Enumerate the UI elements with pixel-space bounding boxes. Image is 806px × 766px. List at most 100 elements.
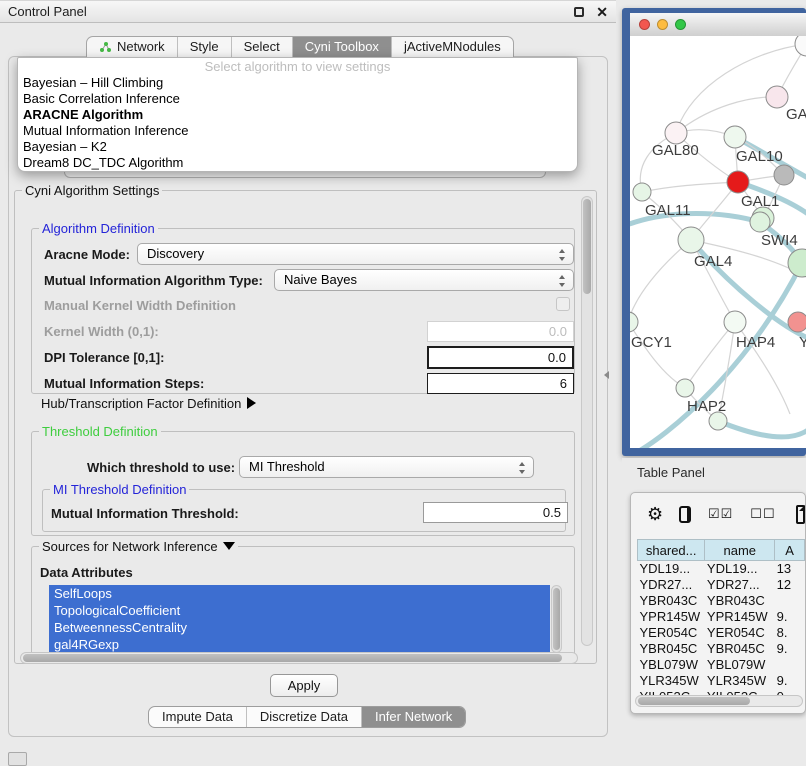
network-node-hap2[interactable]: [676, 379, 694, 397]
hub-tf-definition-expander[interactable]: Hub/Transcription Factor Definition: [41, 396, 256, 411]
network-edge[interactable]: [630, 322, 685, 388]
kernel-width-input[interactable]: 0.0: [427, 321, 574, 342]
network-edge[interactable]: [642, 182, 738, 192]
mi-algorithm-type-select[interactable]: Naive Bayes: [274, 269, 574, 291]
network-node-gal[interactable]: [766, 86, 788, 108]
table-row[interactable]: YDR27...YDR27...12: [638, 577, 805, 593]
table-hscrollbar-thumb[interactable]: [638, 697, 750, 705]
tab-infer-network[interactable]: Infer Network: [361, 707, 465, 727]
network-node-hap4[interactable]: [724, 311, 746, 333]
table-row[interactable]: YBR043CYBR043C: [638, 593, 805, 609]
tab-jactivemnodules[interactable]: jActiveMNodules: [391, 37, 513, 57]
settings-horizontal-scrollbar[interactable]: [20, 652, 578, 664]
node-attribute-table[interactable]: shared...nameAYDL19...YDL19...13YDR27...…: [637, 539, 805, 705]
network-node[interactable]: [795, 36, 806, 56]
tab-impute-data[interactable]: Impute Data: [149, 707, 246, 727]
select-all-checkboxes-icon[interactable]: ☑☑: [708, 506, 733, 522]
table-row[interactable]: YBL079WYBL079W: [638, 657, 805, 673]
apply-button[interactable]: Apply: [270, 674, 338, 697]
table-cell[interactable]: 9.: [775, 673, 805, 689]
table-row[interactable]: YER054CYER054C8.: [638, 625, 805, 641]
attribute-item[interactable]: gal4RGexp: [49, 636, 550, 653]
table-cell[interactable]: YPR145W: [705, 609, 775, 625]
manual-kernel-width-checkbox[interactable]: [556, 297, 570, 311]
mi-threshold-input[interactable]: 0.5: [423, 502, 568, 523]
table-cell[interactable]: 12: [775, 577, 805, 593]
table-row[interactable]: YBR045CYBR045C9.: [638, 641, 805, 657]
algorithm-option[interactable]: Basic Correlation Inference: [18, 91, 577, 107]
bottom-corner-button[interactable]: [8, 752, 27, 766]
network-node[interactable]: [709, 412, 727, 430]
network-edge[interactable]: [685, 322, 735, 388]
network-node-y[interactable]: [788, 312, 806, 332]
attributes-vertical-scrollbar[interactable]: [551, 585, 562, 653]
tab-select[interactable]: Select: [231, 37, 292, 57]
algorithm-option[interactable]: ARACNE Algorithm: [18, 107, 577, 123]
table-horizontal-scrollbar[interactable]: [635, 695, 803, 707]
float-window-icon[interactable]: [574, 7, 584, 17]
network-node-gal4[interactable]: [678, 227, 704, 253]
table-cell[interactable]: 8.: [775, 625, 805, 641]
tab-discretize-data[interactable]: Discretize Data: [246, 707, 361, 727]
table-cell[interactable]: YBL079W: [638, 657, 705, 673]
algorithm-option[interactable]: Mutual Information Inference: [18, 123, 577, 139]
table-cell[interactable]: YBR045C: [705, 641, 775, 657]
table-cell[interactable]: YLR345W: [705, 673, 775, 689]
algorithm-option[interactable]: Dream8 DC_TDC Algorithm: [18, 155, 577, 171]
table-cell[interactable]: YBL079W: [705, 657, 775, 673]
algorithm-option[interactable]: Bayesian – K2: [18, 139, 577, 155]
network-node-gal10[interactable]: [724, 126, 746, 148]
table-cell[interactable]: [775, 593, 805, 609]
zoom-traffic-light-icon[interactable]: [675, 19, 686, 30]
table-cell[interactable]: [775, 657, 805, 673]
network-edge[interactable]: [630, 240, 691, 322]
network-node[interactable]: [788, 249, 806, 277]
network-node-swi4[interactable]: [750, 212, 770, 232]
table-cell[interactable]: YBR043C: [638, 593, 705, 609]
data-attributes-list[interactable]: SelfLoopsTopologicalCoefficientBetweenne…: [49, 585, 550, 653]
network-node-gal11[interactable]: [633, 183, 651, 201]
table-cell[interactable]: 9.: [775, 609, 805, 625]
column-header-3[interactable]: A: [775, 540, 805, 561]
table-cell[interactable]: YDR27...: [638, 577, 705, 593]
tab-network[interactable]: Network: [87, 37, 177, 57]
table-row[interactable]: YDL19...YDL19...13: [638, 561, 805, 577]
settings-vertical-scrollbar[interactable]: [581, 196, 593, 646]
table-cell[interactable]: YDL19...: [638, 561, 705, 577]
algorithm-option[interactable]: Bayesian – Hill Climbing: [18, 75, 577, 91]
column-header-2[interactable]: name: [705, 540, 775, 561]
tab-cyni-toolbox[interactable]: Cyni Toolbox: [292, 37, 391, 57]
network-edge[interactable]: [718, 421, 806, 437]
dpi-tolerance-input[interactable]: 0.0: [427, 346, 574, 369]
tab-style[interactable]: Style: [177, 37, 231, 57]
table-cell[interactable]: YER054C: [638, 625, 705, 641]
table-cell[interactable]: YLR345W: [638, 673, 705, 689]
new-table-icon[interactable]: [796, 505, 805, 524]
table-cell[interactable]: 13: [775, 561, 805, 577]
settings-hscrollbar-thumb[interactable]: [23, 654, 562, 662]
split-pane-handle-icon[interactable]: [604, 371, 609, 379]
table-row[interactable]: YLR345WYLR345W9.: [638, 673, 805, 689]
sources-title[interactable]: Sources for Network Inference: [39, 539, 238, 554]
gear-icon[interactable]: ⚙: [647, 504, 663, 524]
attribute-item[interactable]: TopologicalCoefficient: [49, 602, 550, 619]
attribute-item[interactable]: SelfLoops: [49, 585, 550, 602]
network-node-gal1[interactable]: [727, 171, 749, 193]
table-cell[interactable]: YER054C: [705, 625, 775, 641]
column-header-1[interactable]: shared...: [638, 540, 705, 561]
settings-scrollbar-thumb[interactable]: [583, 199, 591, 294]
close-traffic-light-icon[interactable]: [639, 19, 650, 30]
table-row[interactable]: YPR145WYPR145W9.: [638, 609, 805, 625]
table-cell[interactable]: YDR27...: [705, 577, 775, 593]
minimize-traffic-light-icon[interactable]: [657, 19, 668, 30]
table-cell[interactable]: YBR043C: [705, 593, 775, 609]
columns-icon[interactable]: [679, 506, 691, 523]
attributes-scrollbar-thumb[interactable]: [553, 588, 560, 650]
which-threshold-select[interactable]: MI Threshold: [239, 456, 534, 478]
table-cell[interactable]: YDL19...: [705, 561, 775, 577]
mi-steps-input[interactable]: 6: [427, 373, 574, 394]
table-cell[interactable]: YPR145W: [638, 609, 705, 625]
network-edge[interactable]: [676, 97, 777, 133]
network-canvas[interactable]: GALGAL80GAL10GAL1GAL11SWI4GAL4GCY1HAP4YH…: [630, 36, 806, 448]
table-cell[interactable]: YBR045C: [638, 641, 705, 657]
